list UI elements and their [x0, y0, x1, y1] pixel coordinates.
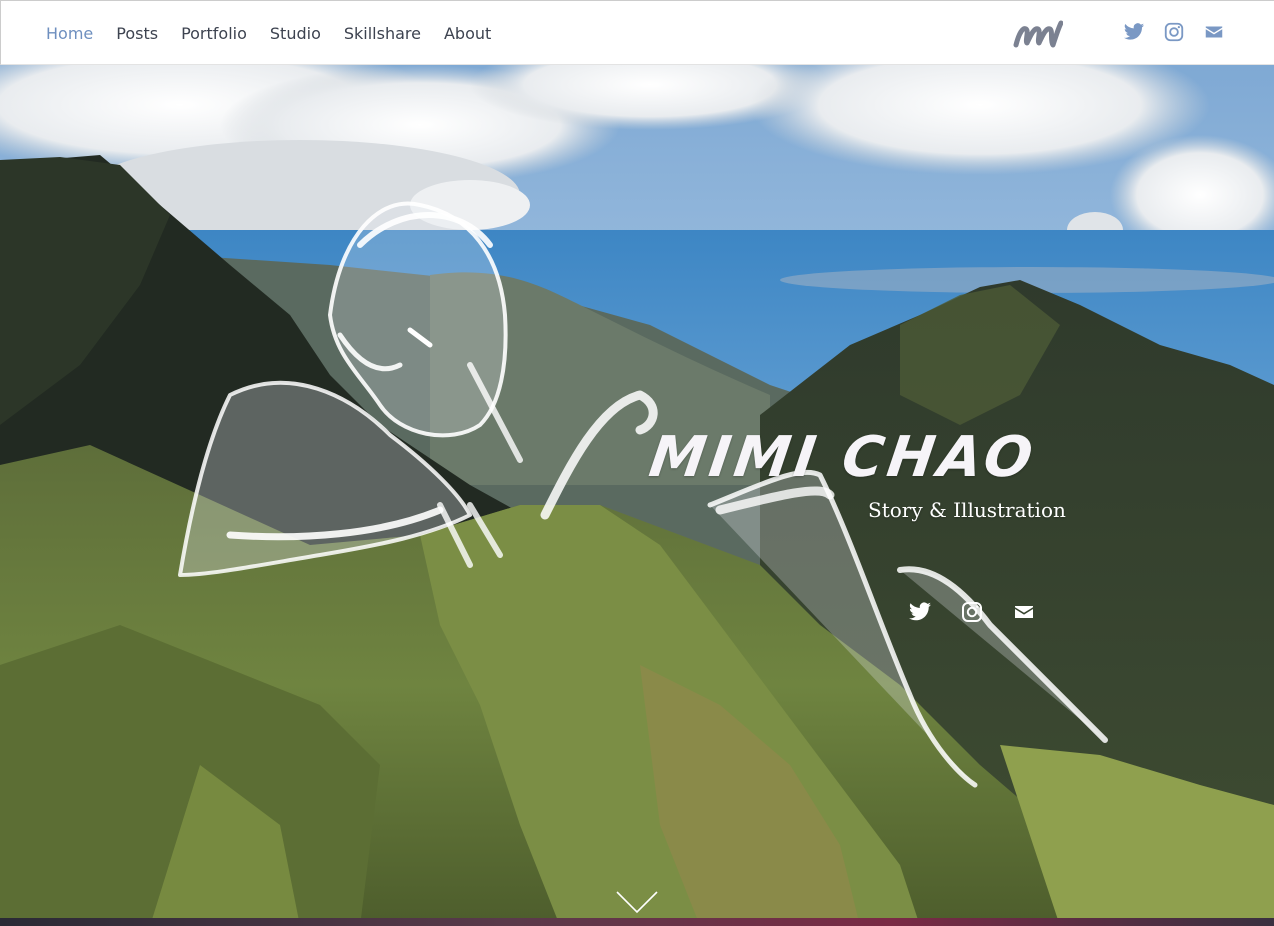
twitter-icon[interactable] — [1123, 21, 1145, 43]
hero-social-links — [908, 600, 1036, 624]
nav-item-studio[interactable]: Studio — [270, 24, 321, 43]
nav-item-portfolio[interactable]: Portfolio — [181, 24, 247, 43]
nav-item-about[interactable]: About — [444, 24, 491, 43]
bottom-strip — [0, 918, 1274, 926]
main-nav: Home Posts Portfolio Studio Skillshare A… — [46, 1, 514, 66]
hero-title: MIMI CHAO — [645, 425, 1041, 490]
top-navbar: Home Posts Portfolio Studio Skillshare A… — [0, 0, 1274, 65]
brand-logo[interactable] — [1013, 15, 1063, 51]
instagram-icon[interactable] — [1163, 21, 1185, 43]
nav-item-posts[interactable]: Posts — [116, 24, 158, 43]
nav-item-home[interactable]: Home — [46, 24, 93, 43]
chevron-down-icon[interactable] — [615, 888, 659, 916]
hero-subtitle: Story & Illustration — [868, 498, 1066, 522]
mail-icon[interactable] — [1203, 21, 1225, 43]
hero-background-image — [0, 65, 1274, 926]
twitter-icon[interactable] — [908, 600, 932, 624]
nav-social-links — [1123, 21, 1225, 43]
hero-section: MIMI CHAO Story & Illustration — [0, 65, 1274, 926]
mail-icon[interactable] — [1012, 600, 1036, 624]
instagram-icon[interactable] — [960, 600, 984, 624]
nav-item-skillshare[interactable]: Skillshare — [344, 24, 421, 43]
